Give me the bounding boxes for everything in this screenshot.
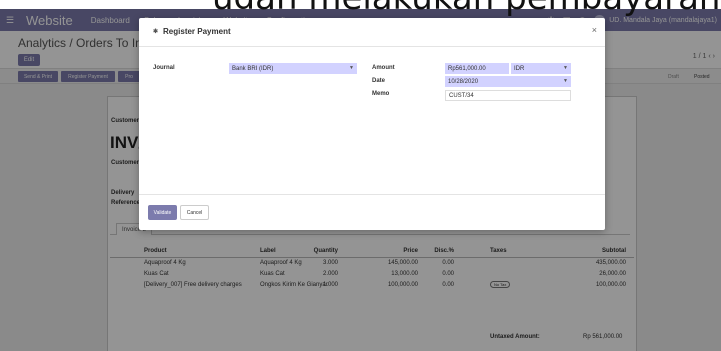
caption-text: udah melakukan pembayaran. (0, 0, 721, 18)
date-label: Date (372, 78, 386, 84)
modal-footer-divider (139, 194, 605, 195)
currency-value: IDR (514, 65, 525, 72)
journal-select[interactable]: Bank BRI (IDR) ▼ (229, 63, 357, 74)
date-input[interactable]: 10/28/2020 ▼ (445, 76, 571, 87)
bug-icon: ✱ (153, 29, 159, 35)
register-payment-modal: ✱ Register Payment × Journal Bank BRI (I… (139, 18, 605, 230)
modal-title-text: Register Payment (163, 27, 231, 36)
memo-label: Memo (372, 91, 390, 97)
amount-input[interactable]: Rp561,000.00 (445, 63, 509, 74)
amount-label: Amount (372, 65, 395, 71)
memo-input[interactable]: CUST/34 (445, 90, 571, 101)
modal-header-divider (139, 46, 605, 47)
journal-label: Journal (153, 65, 175, 71)
modal-title: ✱ Register Payment (153, 27, 231, 36)
memo-value: CUST/34 (449, 92, 474, 99)
cancel-button[interactable]: Cancel (180, 205, 209, 220)
chevron-down-icon: ▼ (563, 78, 568, 84)
journal-value: Bank BRI (IDR) (232, 65, 274, 72)
currency-select[interactable]: IDR ▼ (511, 63, 571, 74)
close-icon[interactable]: × (592, 25, 597, 35)
date-value: 10/28/2020 (448, 78, 479, 85)
chevron-down-icon: ▼ (563, 65, 568, 71)
amount-value: Rp561,000.00 (448, 65, 486, 72)
validate-button[interactable]: Validate (148, 205, 177, 220)
chevron-down-icon: ▼ (349, 65, 354, 71)
